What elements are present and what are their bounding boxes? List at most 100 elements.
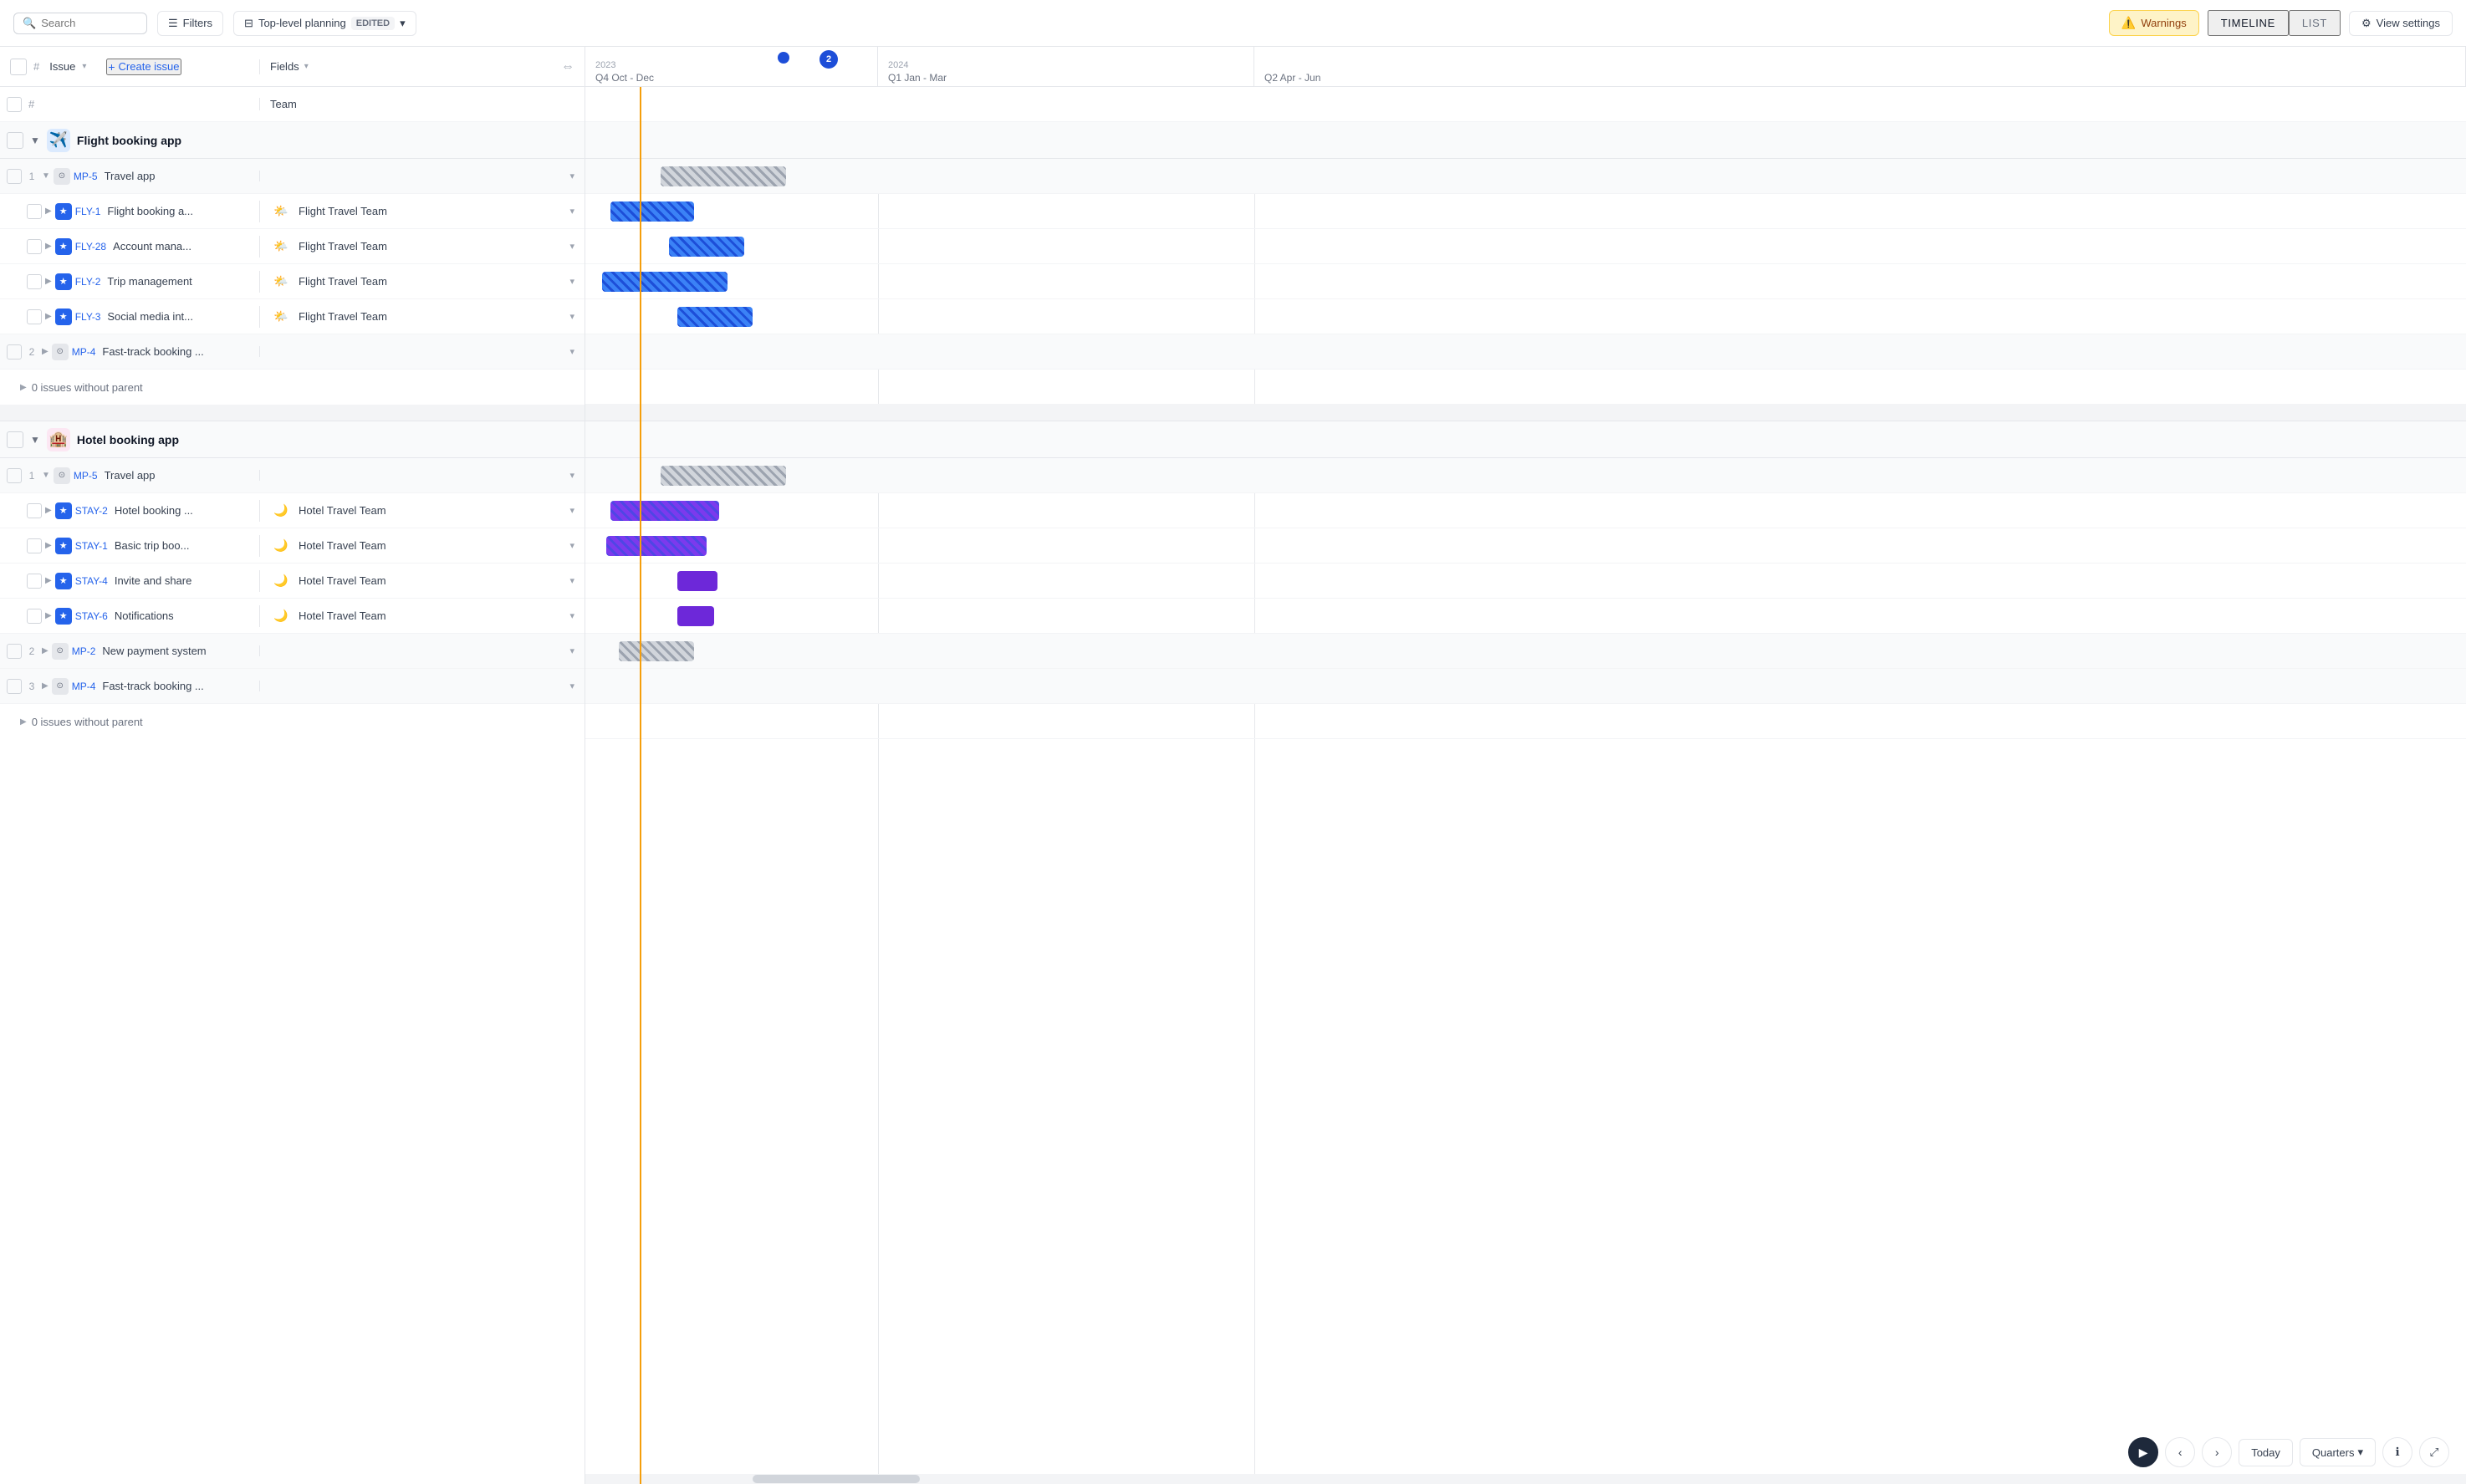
expand-arrow[interactable]: ▶ xyxy=(45,242,52,251)
chevron-down-icon[interactable]: ▾ xyxy=(569,470,574,481)
gantt-bar[interactable] xyxy=(677,571,717,591)
issue-id[interactable]: FLY-1 xyxy=(75,206,101,217)
expand-arrow[interactable]: ▼ xyxy=(42,171,50,181)
gantt-bar[interactable] xyxy=(610,501,719,521)
expand-arrow[interactable]: ▶ xyxy=(45,576,52,585)
issue-id[interactable]: STAY-1 xyxy=(75,540,108,552)
chevron-down-icon[interactable]: ▾ xyxy=(569,206,574,217)
expand-arrow[interactable]: ▶ xyxy=(42,347,49,356)
issue-id[interactable]: FLY-3 xyxy=(75,311,101,323)
row-checkbox[interactable] xyxy=(7,644,22,659)
chevron-down-icon[interactable]: ▾ xyxy=(569,681,574,691)
gantt-bar[interactable] xyxy=(602,272,728,292)
chevron-down-icon[interactable]: ▾ xyxy=(569,505,574,516)
gantt-bar[interactable] xyxy=(661,466,786,486)
tab-list[interactable]: LIST xyxy=(2289,10,2341,36)
chevron-down-icon[interactable]: ▾ xyxy=(569,540,574,551)
expand-arrow[interactable]: ▶ xyxy=(45,207,52,216)
issue-id[interactable]: FLY-2 xyxy=(75,276,101,288)
no-parent-toggle[interactable]: ▶ xyxy=(20,383,27,392)
chevron-down-icon[interactable]: ▾ xyxy=(569,575,574,586)
group-checkbox-hotel[interactable] xyxy=(7,431,23,448)
settings-icon: ⚙ xyxy=(2361,17,2372,30)
gantt-bar[interactable] xyxy=(606,536,707,556)
group-checkbox-flight[interactable] xyxy=(7,132,23,149)
issue-id[interactable]: FLY-28 xyxy=(75,241,106,252)
info-button[interactable]: ℹ xyxy=(2382,1437,2412,1467)
search-input[interactable] xyxy=(41,17,133,29)
table-row: ▶ ★ STAY-4 Invite and share 🌙 Hotel Trav… xyxy=(0,564,585,599)
row-checkbox[interactable] xyxy=(27,574,42,589)
issue-id[interactable]: MP-5 xyxy=(74,171,98,182)
chevron-down-icon[interactable]: ▾ xyxy=(569,241,574,252)
no-parent-row-hotel[interactable]: ▶ 0 issues without parent xyxy=(0,704,585,739)
issue-id[interactable]: MP-5 xyxy=(74,470,98,482)
row-checkbox[interactable] xyxy=(27,609,42,624)
row-checkbox[interactable] xyxy=(27,309,42,324)
filters-button[interactable]: ☰ Filters xyxy=(157,11,223,36)
today-button[interactable]: Today xyxy=(2239,1439,2293,1466)
row-checkbox[interactable] xyxy=(7,468,22,483)
create-issue-button[interactable]: + Create issue xyxy=(106,59,181,75)
gantt-bar[interactable] xyxy=(677,606,714,626)
chevron-down-icon[interactable]: ▾ xyxy=(569,610,574,621)
gantt-scrollbar-thumb[interactable] xyxy=(753,1475,920,1483)
expand-arrow[interactable]: ▼ xyxy=(42,471,50,480)
gantt-scrollbar[interactable] xyxy=(585,1474,2466,1484)
gantt-bar[interactable] xyxy=(669,237,744,257)
expand-arrow[interactable]: ▶ xyxy=(45,541,52,550)
issue-id[interactable]: MP-2 xyxy=(72,645,96,657)
select-all-checkbox[interactable] xyxy=(10,59,27,75)
team-name: Hotel Travel Team xyxy=(299,574,386,587)
expand-arrow[interactable]: ▶ xyxy=(45,312,52,321)
scroll-right-dark-button[interactable]: ▶ xyxy=(2128,1437,2158,1467)
row-checkbox[interactable] xyxy=(7,344,22,360)
gantt-group-flight xyxy=(585,122,2466,159)
issue-id[interactable]: STAY-2 xyxy=(75,505,108,517)
gantt-row-mp4-flight xyxy=(585,334,2466,370)
issue-id[interactable]: MP-4 xyxy=(72,681,96,692)
row-checkbox[interactable] xyxy=(27,538,42,553)
scroll-right-button[interactable]: › xyxy=(2202,1437,2232,1467)
expand-arrow[interactable]: ▶ xyxy=(42,646,49,655)
chevron-down-icon[interactable]: ▾ xyxy=(569,645,574,656)
issue-id[interactable]: STAY-6 xyxy=(75,610,108,622)
no-parent-toggle[interactable]: ▶ xyxy=(20,717,27,727)
row-checkbox[interactable] xyxy=(7,169,22,184)
search-box[interactable]: 🔍 xyxy=(13,13,147,34)
view-settings-button[interactable]: ⚙ View settings xyxy=(2349,11,2453,36)
planning-button[interactable]: ⊟ Top-level planning EDITED ▾ xyxy=(233,11,416,36)
table-body: # Team ▼ ✈️ Flight booking app 1 ▼ ⊙ xyxy=(0,87,585,1484)
row-checkbox[interactable] xyxy=(7,679,22,694)
avatar: 🌙 xyxy=(270,605,292,627)
row-checkbox[interactable] xyxy=(27,274,42,289)
group-toggle-hotel[interactable]: ▼ xyxy=(30,434,40,446)
issue-id[interactable]: STAY-4 xyxy=(75,575,108,587)
issue-id[interactable]: MP-4 xyxy=(72,346,96,358)
issue-title: Basic trip boo... xyxy=(115,539,190,552)
row-checkbox[interactable] xyxy=(27,204,42,219)
scroll-left-button[interactable]: ‹ xyxy=(2165,1437,2195,1467)
row-checkbox[interactable] xyxy=(7,97,22,112)
no-parent-row[interactable]: ▶ 0 issues without parent xyxy=(0,370,585,405)
gantt-bar[interactable] xyxy=(677,307,753,327)
fullscreen-button[interactable]: ⤢ xyxy=(2419,1437,2449,1467)
group-toggle-flight[interactable]: ▼ xyxy=(30,135,40,146)
chevron-down-icon[interactable]: ▾ xyxy=(569,311,574,322)
gantt-bar[interactable] xyxy=(610,201,694,222)
expand-arrow[interactable]: ▶ xyxy=(42,681,49,691)
chevron-down-icon[interactable]: ▾ xyxy=(569,346,574,357)
warnings-button[interactable]: ⚠️ Warnings xyxy=(2109,10,2199,36)
gantt-bar[interactable] xyxy=(661,166,786,186)
chevron-down-icon[interactable]: ▾ xyxy=(569,276,574,287)
resize-handle[interactable]: ⇔ xyxy=(561,59,574,74)
expand-arrow[interactable]: ▶ xyxy=(45,611,52,620)
gantt-bar[interactable] xyxy=(619,641,694,661)
expand-arrow[interactable]: ▶ xyxy=(45,506,52,515)
quarters-button[interactable]: Quarters ▾ xyxy=(2300,1438,2376,1466)
expand-arrow[interactable]: ▶ xyxy=(45,277,52,286)
tab-timeline[interactable]: TIMELINE xyxy=(2208,10,2289,36)
row-checkbox[interactable] xyxy=(27,239,42,254)
row-checkbox[interactable] xyxy=(27,503,42,518)
chevron-down-icon[interactable]: ▾ xyxy=(569,171,574,181)
